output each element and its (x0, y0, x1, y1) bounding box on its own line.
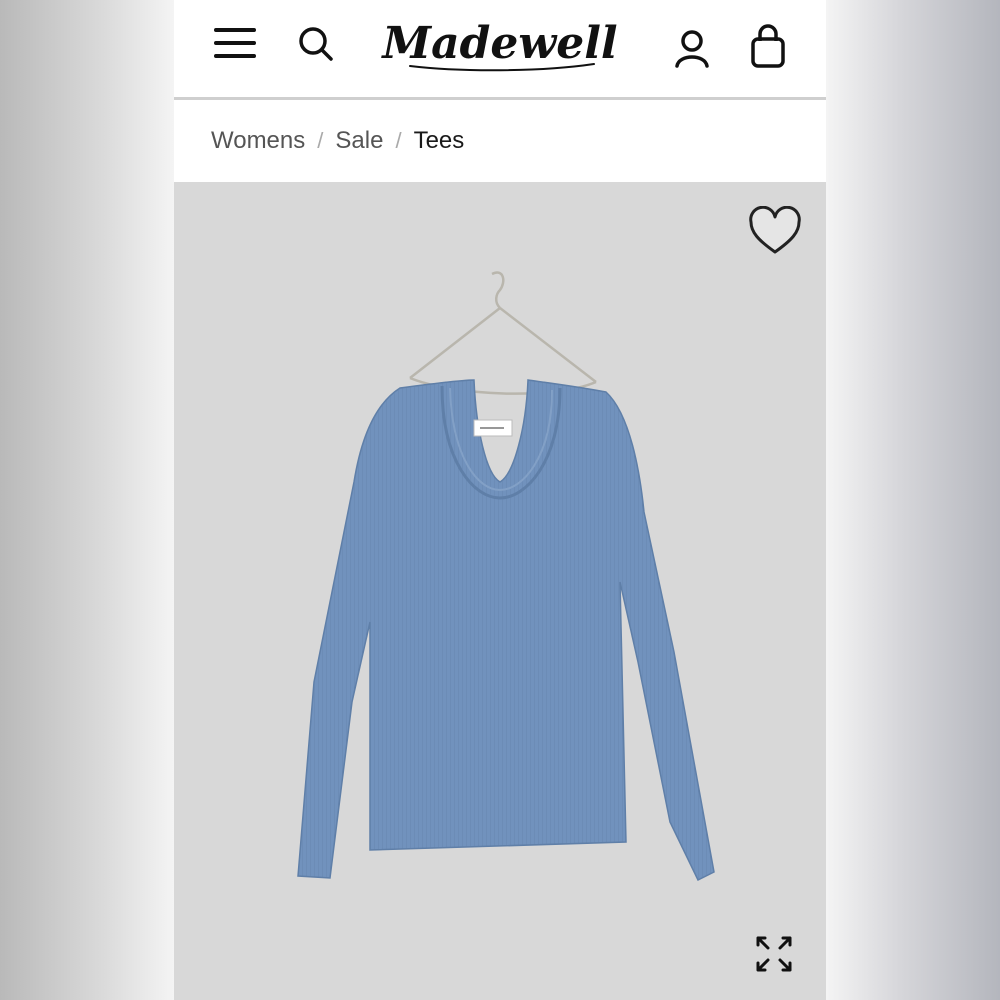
breadcrumb-separator: / (395, 128, 402, 153)
site-header: Madewell (174, 0, 826, 98)
product-image (297, 271, 715, 882)
breadcrumb-womens[interactable]: Womens (211, 127, 305, 155)
expand-icon[interactable] (754, 934, 794, 974)
breadcrumb: Womens / Sale / Tees (174, 100, 826, 182)
tee-body (297, 379, 715, 882)
product-image-area[interactable] (174, 182, 826, 1000)
brand-wordmark: Madewell (380, 18, 617, 69)
menu-icon[interactable] (214, 26, 256, 60)
breadcrumb-separator: / (317, 128, 324, 153)
brand-logo[interactable]: Madewell (380, 8, 620, 78)
account-icon[interactable] (672, 28, 712, 70)
shopping-bag-icon[interactable] (748, 24, 788, 70)
mobile-viewport: Madewell Womens / Sale / Tees (174, 0, 826, 1000)
search-icon[interactable] (296, 24, 336, 64)
heart-icon[interactable] (748, 205, 802, 258)
breadcrumb-tees: Tees (413, 127, 465, 154)
hanger (409, 271, 597, 395)
breadcrumb-sale[interactable]: Sale (335, 127, 383, 155)
